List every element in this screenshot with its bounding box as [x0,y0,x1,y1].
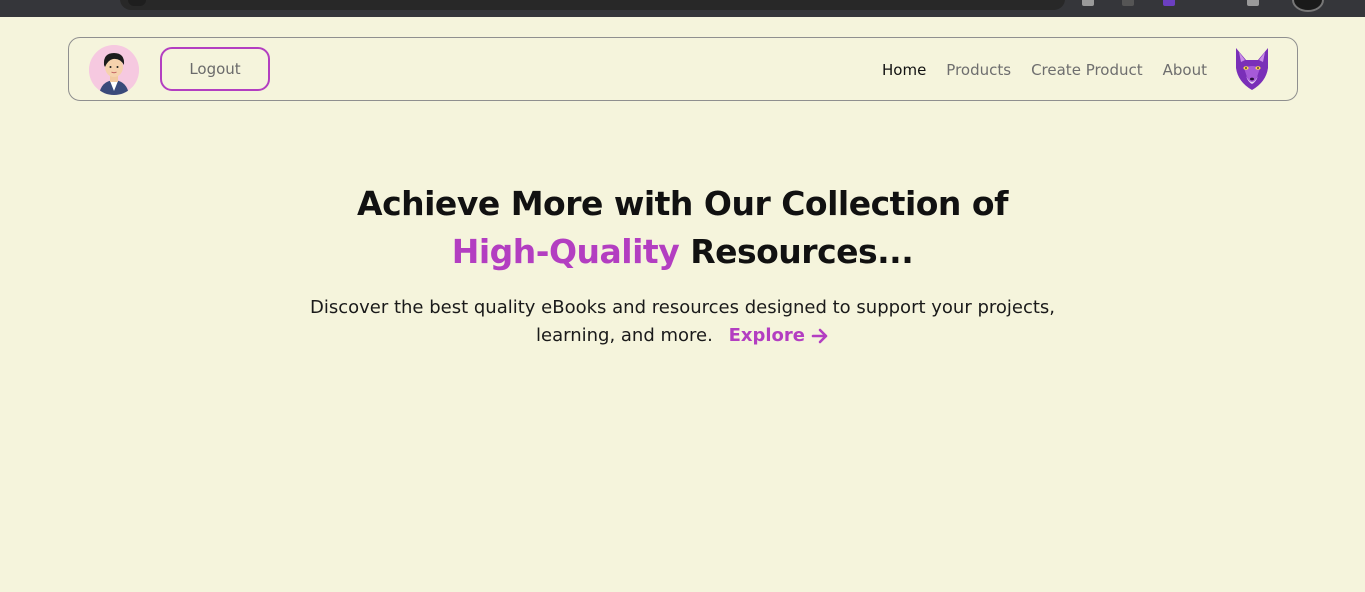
extension-icon[interactable] [1163,0,1175,6]
extension-icon[interactable] [1122,0,1134,6]
user-avatar-icon[interactable] [89,45,139,95]
extension-icon[interactable] [1247,0,1259,6]
nav-create-product-link[interactable]: Create Product [1031,61,1143,79]
hero-subtitle-line2: learning, and more. [536,325,713,346]
hero-title-line1: Achieve More with Our Collection of [357,184,1008,223]
logout-button[interactable]: Logout [160,47,270,91]
arrow-right-icon [811,328,828,344]
hero-subtitle-line1: Discover the best quality eBooks and res… [309,297,1056,318]
browser-profile-icon[interactable] [1292,0,1324,12]
navbar: Logout Home Products Create Product Abou… [68,37,1298,101]
hero-subtitle: Discover the best quality eBooks and res… [303,294,1063,350]
nav-products-link[interactable]: Products [946,61,1011,79]
purple-fox-logo-icon[interactable] [1232,46,1272,92]
hero-title-rest: Resources... [679,232,914,271]
extension-icon[interactable] [1082,0,1094,6]
hero-title-accent: High-Quality [451,232,680,271]
hero-section: Achieve More with Our Collection of High… [0,180,1365,350]
browser-toolbar [0,0,1365,17]
nav-home-link[interactable]: Home [882,61,926,79]
address-bar[interactable] [120,0,1065,10]
explore-link[interactable]: Explore [729,322,829,350]
nav-links: Home Products Create Product About [882,38,1207,102]
explore-label: Explore [728,325,805,346]
hero-title: Achieve More with Our Collection of High… [0,180,1365,276]
nav-about-link[interactable]: About [1163,61,1207,79]
